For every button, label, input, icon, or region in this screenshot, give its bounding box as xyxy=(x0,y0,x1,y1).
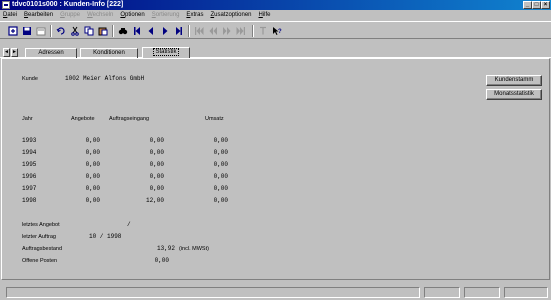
auftragsbestand-label: Auftragsbestand xyxy=(22,246,63,252)
jahr-header: Jahr xyxy=(22,116,33,122)
jahr-cell: 1996 xyxy=(22,173,37,180)
angebote-cell: 0,00 xyxy=(85,197,100,204)
statistik-panel: Kunde 1002 Meier Alfons GmbH Kundenstamm… xyxy=(1,58,550,280)
toolbar: ? xyxy=(0,21,551,39)
auftragseingang-cell: 0,00 xyxy=(149,185,164,192)
tab-adressen-label: Adressen xyxy=(38,50,64,56)
copy-icon[interactable] xyxy=(84,26,94,36)
angebote-cell: 0,00 xyxy=(85,149,100,156)
next-record-icon[interactable] xyxy=(160,26,170,36)
offene-posten-value: 0,00 xyxy=(154,257,169,264)
auftragseingang-header: Auftragseingang xyxy=(109,116,150,122)
close-button[interactable]: × xyxy=(541,1,550,9)
maximize-button[interactable]: □ xyxy=(532,1,541,9)
tab-konditionen-label: Konditionen xyxy=(93,50,125,56)
new-record-icon[interactable] xyxy=(8,26,18,36)
save-icon[interactable] xyxy=(22,26,32,36)
angebote-cell: 0,00 xyxy=(85,173,100,180)
cut-icon[interactable] xyxy=(70,26,80,36)
jahr-cell: 1998 xyxy=(22,197,37,204)
umsatz-cell: 0,00 xyxy=(213,197,228,204)
auftragseingang-cell: 0,00 xyxy=(149,137,164,144)
letztes-angebot-label: letztes Angebot xyxy=(22,222,60,228)
prev-record-icon[interactable] xyxy=(146,26,156,36)
auftragseingang-cell: 0,00 xyxy=(149,161,164,168)
undo-icon[interactable] xyxy=(56,26,66,36)
svg-text:?: ? xyxy=(278,29,282,35)
status-message-field xyxy=(6,287,420,298)
angebote-cell: 0,00 xyxy=(85,137,100,144)
first-record-icon[interactable] xyxy=(132,26,142,36)
text-icon xyxy=(258,26,268,36)
menu-bar: Datei Bearbeiten Gruppe Wechseln Optione… xyxy=(0,10,551,20)
kunde-value: 1002 Meier Alfons GmbH xyxy=(65,75,145,82)
jahr-cell: 1997 xyxy=(22,185,37,192)
context-help-icon[interactable]: ? xyxy=(272,26,282,36)
menu-zusatzoptionen[interactable]: Zusatzoptionen xyxy=(210,10,251,20)
tab-statistik-label: Statistik xyxy=(153,48,179,56)
status-field xyxy=(424,287,460,298)
auftragsbestand-value: 13,92 xyxy=(156,245,175,252)
letzter-auftrag-label: letzter Auftrag xyxy=(22,234,56,240)
next-set-icon xyxy=(222,26,232,36)
jahr-cell: 1993 xyxy=(22,137,37,144)
tab-scroll-left-button[interactable]: ◄ xyxy=(3,48,10,57)
angebote-header: Angebote xyxy=(71,116,95,122)
status-field xyxy=(464,287,500,298)
letzter-auftrag-value: 10 / 1998 xyxy=(89,233,122,240)
jahr-cell: 1995 xyxy=(22,161,37,168)
app-icon[interactable] xyxy=(2,1,10,9)
menu-sortierung: Sortierung xyxy=(151,12,180,18)
umsatz-header: Umsatz xyxy=(205,116,224,122)
tab-strip: ◄ ► Adressen Konditionen Statistik xyxy=(0,47,551,59)
title-bar: tdvc0101s000 : Kunden-Info [222] _ □ × xyxy=(0,0,551,10)
first-set-icon xyxy=(194,26,204,36)
last-record-icon[interactable] xyxy=(174,26,184,36)
delete-icon[interactable] xyxy=(36,26,46,36)
umsatz-cell: 0,00 xyxy=(213,137,228,144)
auftragseingang-cell: 0,00 xyxy=(149,173,164,180)
find-icon[interactable] xyxy=(118,26,128,36)
angebote-cell: 0,00 xyxy=(85,185,100,192)
menu-bearbeiten[interactable]: Bearbeiten xyxy=(24,10,53,20)
menu-extras[interactable]: Extras xyxy=(186,10,203,20)
status-bar xyxy=(0,285,551,300)
prev-set-icon xyxy=(208,26,218,36)
monatsstatistik-button[interactable]: Monatsstatistik xyxy=(486,89,542,100)
auftragseingang-cell: 12,00 xyxy=(145,197,164,204)
last-set-icon xyxy=(236,26,246,36)
menu-hilfe[interactable]: Hilfe xyxy=(259,10,271,20)
auftragsbestand-note: (incl. MWSt) xyxy=(179,246,209,252)
menu-optionen[interactable]: Optionen xyxy=(120,10,144,20)
jahr-cell: 1994 xyxy=(22,149,37,156)
kundenstamm-button[interactable]: Kundenstamm xyxy=(486,75,542,86)
paste-icon[interactable] xyxy=(98,26,108,36)
umsatz-cell: 0,00 xyxy=(213,149,228,156)
tab-konditionen[interactable]: Konditionen xyxy=(80,48,138,58)
angebote-cell: 0,00 xyxy=(85,161,100,168)
offene-posten-label: Offene Posten xyxy=(22,258,58,264)
auftragseingang-cell: 0,00 xyxy=(149,149,164,156)
kunde-label: Kunde xyxy=(22,76,38,82)
menu-gruppe: Gruppe xyxy=(60,12,81,18)
umsatz-cell: 0,00 xyxy=(213,161,228,168)
menu-wechseln: Wechseln xyxy=(87,12,114,18)
tab-adressen[interactable]: Adressen xyxy=(25,48,77,58)
minimize-button[interactable]: _ xyxy=(523,1,532,9)
tab-scroll-right-button[interactable]: ► xyxy=(11,48,18,57)
status-field xyxy=(504,287,548,298)
umsatz-cell: 0,00 xyxy=(213,173,228,180)
window-title: tdvc0101s000 : Kunden-Info [222] xyxy=(12,1,124,8)
menu-datei[interactable]: Datei xyxy=(3,10,17,20)
letztes-angebot-value: / xyxy=(127,221,131,228)
umsatz-cell: 0,00 xyxy=(213,185,228,192)
